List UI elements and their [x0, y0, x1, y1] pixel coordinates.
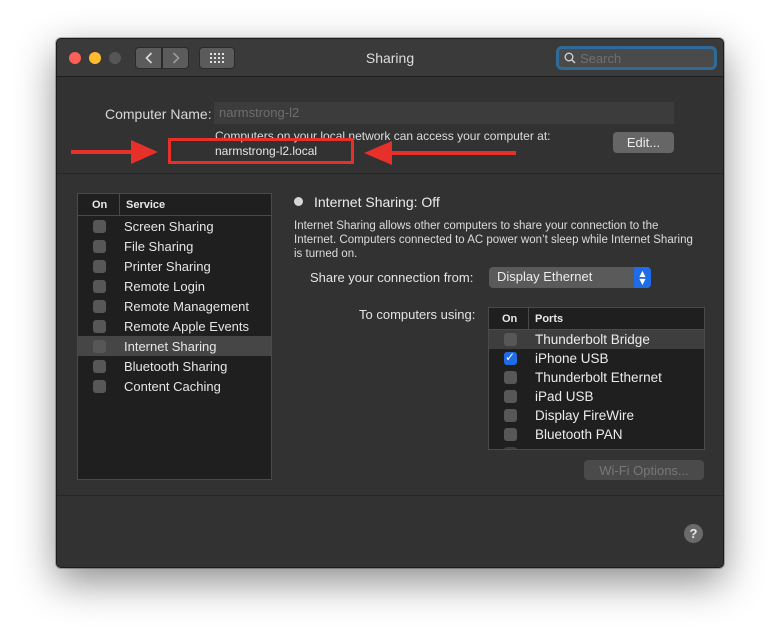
port-row-partial [489, 444, 704, 449]
service-checkbox[interactable] [93, 259, 106, 273]
to-computers-label: To computers using: [359, 307, 476, 322]
annotation-highlight-box [168, 138, 354, 164]
ports-list: On Ports Thunderbolt BridgeiPhone USBThu… [488, 307, 705, 450]
status-indicator [294, 197, 303, 206]
port-row[interactable]: Bluetooth PAN [489, 425, 704, 444]
service-description: Internet Sharing allows other computers … [294, 220, 693, 260]
service-label: File Sharing [124, 238, 194, 254]
service-label: Printer Sharing [124, 258, 211, 274]
service-checkbox[interactable] [93, 339, 106, 353]
port-checkbox[interactable] [504, 428, 517, 441]
service-label: Bluetooth Sharing [124, 358, 228, 374]
service-row[interactable]: Printer Sharing [78, 256, 271, 276]
port-label: Bluetooth PAN [535, 427, 623, 442]
port-label: iPhone USB [535, 351, 609, 366]
service-label: Content Caching [124, 378, 221, 394]
service-label: Remote Login [124, 278, 205, 294]
port-row[interactable]: Thunderbolt Bridge [489, 330, 704, 349]
service-row[interactable]: Remote Management [78, 296, 271, 316]
service-checkbox[interactable] [93, 299, 106, 313]
wifi-options-button[interactable]: Wi-Fi Options... [584, 460, 704, 480]
help-button[interactable]: ? [684, 524, 703, 543]
port-checkbox[interactable] [504, 333, 517, 346]
service-checkbox[interactable] [93, 219, 106, 233]
port-label: Display FireWire [535, 408, 635, 423]
service-checkbox[interactable] [93, 379, 106, 393]
port-checkbox[interactable] [504, 390, 517, 403]
search-input[interactable] [580, 50, 710, 66]
service-label: Remote Apple Events [124, 318, 250, 334]
share-from-select[interactable]: Display Ethernet ▲ ▼ [489, 267, 651, 288]
ports-list-header: On Ports [489, 308, 704, 330]
service-row[interactable]: Remote Apple Events [78, 316, 271, 336]
service-row[interactable]: Screen Sharing [78, 216, 271, 236]
share-from-value: Display Ethernet [497, 269, 593, 284]
port-checkbox[interactable] [504, 409, 517, 422]
service-label: Screen Sharing [124, 218, 214, 234]
service-list-header: On Service [78, 194, 271, 216]
service-row[interactable]: Content Caching [78, 376, 271, 396]
port-checkbox[interactable] [504, 371, 517, 384]
port-row[interactable]: iPhone USB [489, 349, 704, 368]
port-label: Thunderbolt Bridge [535, 332, 650, 347]
title-bar: Sharing [57, 39, 723, 77]
service-checkbox[interactable] [93, 239, 106, 253]
service-row[interactable]: Remote Login [78, 276, 271, 296]
divider [57, 495, 723, 496]
service-column-header[interactable]: Service [120, 199, 165, 211]
computer-name-field[interactable]: narmstrong-l2 [214, 102, 674, 124]
search-field[interactable] [556, 46, 717, 70]
ports-column-header[interactable]: Ports [529, 313, 563, 325]
service-row[interactable]: Bluetooth Sharing [78, 356, 271, 376]
port-label: iPad USB [535, 389, 594, 404]
port-checkbox [504, 447, 517, 449]
share-from-label: Share your connection from: [310, 270, 474, 285]
service-rows: Screen Sharing File Sharing Printer Sharin… [78, 216, 271, 396]
port-rows: Thunderbolt Bridge iPhone USB Thunderbolt … [489, 330, 704, 444]
service-checkbox[interactable] [93, 319, 106, 333]
on-column-header[interactable]: On [489, 308, 529, 329]
on-column-header[interactable]: On [78, 194, 120, 215]
divider [57, 173, 723, 174]
computer-name-label: Computer Name: [105, 106, 212, 122]
service-label: Internet Sharing [124, 338, 217, 354]
search-icon [564, 52, 576, 64]
port-row[interactable]: Display FireWire [489, 406, 704, 425]
service-list: On Service Screen Sharing File Sharing Pri… [77, 193, 272, 480]
service-label: Remote Management [124, 298, 250, 314]
service-checkbox[interactable] [93, 279, 106, 293]
sharing-window: Sharing Computer Name: narmstrong-l2 Com… [56, 38, 724, 568]
service-row[interactable]: File Sharing [78, 236, 271, 256]
port-checkbox[interactable] [504, 350, 517, 365]
service-checkbox[interactable] [93, 359, 106, 373]
popup-arrows-icon: ▲ ▼ [634, 267, 651, 288]
port-row[interactable]: iPad USB [489, 387, 704, 406]
service-row[interactable]: Internet Sharing [78, 336, 271, 356]
port-label: Thunderbolt Ethernet [535, 370, 662, 385]
port-row[interactable]: Thunderbolt Ethernet [489, 368, 704, 387]
edit-button[interactable]: Edit... [613, 132, 674, 153]
service-status: Internet Sharing: Off [314, 194, 440, 210]
